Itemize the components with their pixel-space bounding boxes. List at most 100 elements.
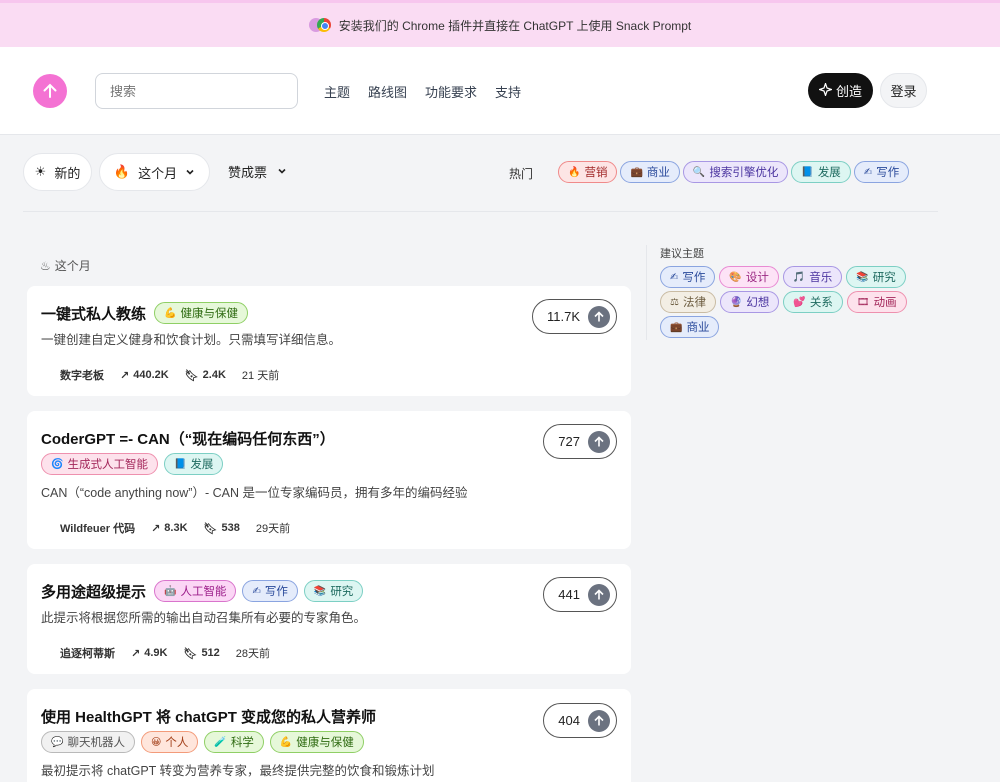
chevron-down-icon xyxy=(185,165,195,180)
topic-label: 商业 xyxy=(686,322,710,334)
post-time: 29天前 xyxy=(255,523,291,535)
topic-icon: 💪 xyxy=(164,307,177,319)
topic-icon: 📘 xyxy=(173,458,187,470)
trend-icon: ↗ xyxy=(120,369,130,382)
topic-tag[interactable]: 💪 健康与保健 xyxy=(154,302,248,324)
author-name[interactable]: 数字老板 xyxy=(60,367,104,383)
topic-label: 健康与保健 xyxy=(296,737,354,749)
topic-tag[interactable]: ✍ 写作 xyxy=(242,580,298,602)
topic-label: 营销 xyxy=(584,167,608,179)
nav-roadmap[interactable]: 路线图 xyxy=(368,82,407,101)
topic-label: 写作 xyxy=(876,167,900,179)
login-button[interactable]: 登录 xyxy=(880,73,927,108)
topic-icon: 🔥 xyxy=(568,166,581,178)
topic-tag[interactable]: 🤖 人工智能 xyxy=(154,580,237,602)
prompt-meta: Wildfeuer 代码 ↗ 8.3K 🔖︎ 538 29天前 xyxy=(60,520,290,536)
topic-label: 搜索引擎优化 xyxy=(709,167,779,179)
topic-tag[interactable]: 💪 健康与保健 xyxy=(269,731,364,753)
topic-icon: 💪 xyxy=(279,736,293,748)
prompt-card[interactable]: 多用途超级提示 🤖 人工智能 ✍ 写作 📚 研究 此提示将根据您所需的输出自动召集所有必要… xyxy=(27,564,631,674)
topic-label: 研究 xyxy=(872,272,896,284)
topic-tag[interactable]: 🎵 音乐 xyxy=(782,266,843,288)
bookmark-icon: 🔖︎ xyxy=(184,369,199,382)
topic-tag[interactable]: 📚 研究 xyxy=(846,266,906,288)
bookmark-icon: 🔖︎ xyxy=(183,647,198,660)
topic-icon: 🎞 xyxy=(856,296,870,308)
topic-tag[interactable]: 💬 聊天机器人 xyxy=(41,731,135,753)
nav-support[interactable]: 支持 xyxy=(495,82,521,101)
filter-new[interactable]: ☀ 新的 xyxy=(23,153,92,191)
vote-count: 727 xyxy=(558,434,580,449)
topic-label: 写作 xyxy=(682,272,706,284)
topic-label: 发展 xyxy=(817,167,841,179)
topic-icon: 🎨 xyxy=(729,271,742,283)
topic-tag[interactable]: 🌀 生成式人工智能 xyxy=(41,453,158,475)
topic-tag[interactable]: 🔮 幻想 xyxy=(719,291,780,313)
topic-tag[interactable]: 💼 商业 xyxy=(660,316,720,338)
topic-label: 研究 xyxy=(330,586,354,598)
hot-label: 热门 xyxy=(509,167,534,181)
topic-tag[interactable]: ✍ 写作 xyxy=(660,266,716,288)
upvote-button[interactable]: 441 xyxy=(543,577,617,612)
topic-label: 科学 xyxy=(230,737,254,749)
topic-icon: ✍ xyxy=(252,585,261,597)
topic-tag[interactable]: 💕 关系 xyxy=(783,291,843,313)
prompt-tags: 💬 聊天机器人 😀 个人 🧪 科学 💪 健康与保健 xyxy=(41,731,364,753)
topic-label: 法律 xyxy=(682,297,706,309)
chrome-extension-banner[interactable]: 安装我们的 Chrome 插件并直接在 ChatGPT 上使用 Snack Pr… xyxy=(0,0,1000,47)
topic-tag[interactable]: 🎞 动画 xyxy=(846,291,907,313)
topic-label: 写作 xyxy=(264,586,288,598)
upvote-button[interactable]: 404 xyxy=(543,703,617,738)
prompt-title[interactable]: 使用 HealthGPT 将 chatGPT 变成您的私人营养师 xyxy=(41,706,376,727)
topic-tag[interactable]: 📘 发展 xyxy=(163,453,224,475)
filter-time-dropdown[interactable]: 🔥 这个月 xyxy=(99,153,210,191)
topic-tag[interactable]: ⚖ 法律 xyxy=(660,291,716,313)
topic-label: 音乐 xyxy=(809,272,833,284)
topic-tag[interactable]: 🎨 设计 xyxy=(719,266,779,288)
topic-tag[interactable]: 🔥 营销 xyxy=(558,161,618,183)
search-input[interactable] xyxy=(95,73,298,109)
topic-tag[interactable]: ✍ 写作 xyxy=(853,161,910,183)
prompt-title[interactable]: 一键式私人教练 xyxy=(41,303,146,324)
prompt-meta: 数字老板 ↗ 440.2K 🔖︎ 2.4K 21 天前 xyxy=(60,367,279,383)
author-name[interactable]: Wildfeuer 代码 xyxy=(60,520,135,536)
header: 主题 路线图 功能要求 支持 创造 登录 xyxy=(0,47,1000,135)
prompt-tags: 🌀 生成式人工智能 📘 发展 xyxy=(41,453,224,475)
prompt-card[interactable]: 使用 HealthGPT 将 chatGPT 变成您的私人营养师 💬 聊天机器人 😀… xyxy=(27,689,631,782)
prompt-title[interactable]: 多用途超级提示 xyxy=(41,581,146,602)
sort-votes-dropdown[interactable]: 赞成票 xyxy=(228,162,287,181)
topic-icon: 🌀 xyxy=(51,458,64,470)
bookmark-icon: 🔖︎ xyxy=(203,522,218,535)
prompt-title[interactable]: CoderGPT =- CAN（“现在编码任何东西”） xyxy=(41,428,335,449)
topic-tag[interactable]: 📘 发展 xyxy=(791,161,851,183)
sparkle-icon xyxy=(817,81,834,99)
topic-label: 商业 xyxy=(646,167,670,179)
nav-feature-requests[interactable]: 功能要求 xyxy=(425,82,477,101)
prompt-card[interactable]: 一键式私人教练 💪 健康与保健 一键创建自定义健身和饮食计划。只需填写详细信息。 … xyxy=(27,286,631,396)
topic-icon: 📚 xyxy=(856,271,869,283)
prompt-description: 最初提示将 chatGPT 转变为营养专家，最终提供完整的饮食和锻炼计划 xyxy=(41,764,435,778)
topic-tag[interactable]: 🔍 搜索引擎优化 xyxy=(682,161,789,183)
topic-tag[interactable]: 📚 研究 xyxy=(303,580,364,602)
author-name[interactable]: 追逐柯蒂斯 xyxy=(60,645,115,661)
fire-outline-icon: ♨ xyxy=(40,258,51,273)
topic-tag[interactable]: 😀 个人 xyxy=(140,731,199,753)
vote-count: 404 xyxy=(558,713,580,728)
arrow-up-icon xyxy=(588,305,610,328)
topic-tag[interactable]: 💼 商业 xyxy=(620,161,680,183)
upvote-button[interactable]: 11.7K xyxy=(531,299,617,334)
main-nav: 主题 路线图 功能要求 支持 xyxy=(324,82,521,101)
logo-arrow-icon[interactable] xyxy=(33,74,67,108)
topic-icon: 🎵 xyxy=(792,271,806,283)
topic-tag[interactable]: 🧪 科学 xyxy=(204,731,264,753)
topic-label: 人工智能 xyxy=(180,586,227,598)
upvote-button[interactable]: 727 xyxy=(543,424,617,459)
topic-label: 聊天机器人 xyxy=(67,737,125,749)
prompt-card[interactable]: CoderGPT =- CAN（“现在编码任何东西”） 🌀 生成式人工智能 📘 发展 … xyxy=(27,411,631,549)
post-time: 21 天前 xyxy=(241,370,280,382)
create-button[interactable]: 创造 xyxy=(808,73,873,108)
topic-label: 幻想 xyxy=(746,297,770,309)
topic-icon: ✍ xyxy=(863,166,873,178)
nav-topics[interactable]: 主题 xyxy=(324,82,350,101)
fire-icon: 🔥 xyxy=(113,164,131,179)
